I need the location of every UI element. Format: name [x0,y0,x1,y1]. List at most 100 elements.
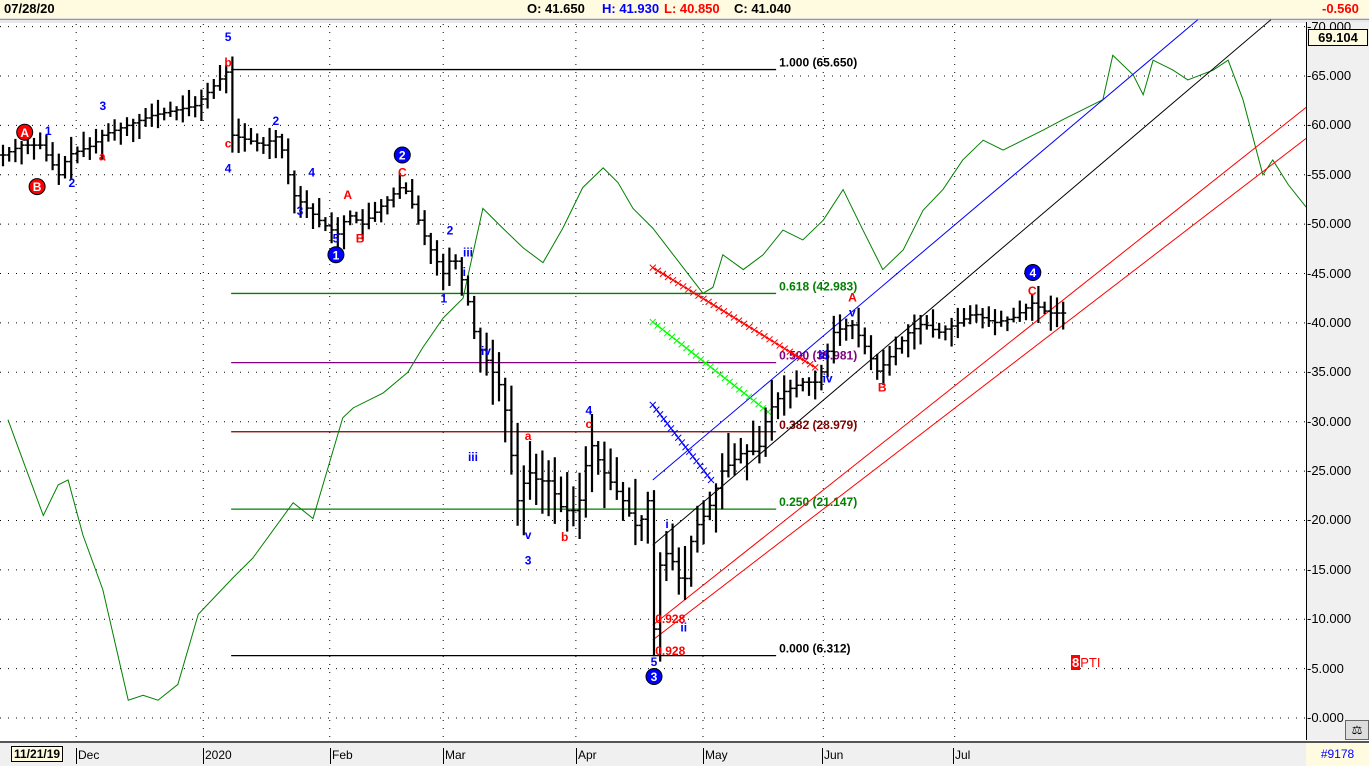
month-label: Jun [822,748,844,764]
wave-label: 1 [333,248,340,262]
wave-label: A [848,291,857,305]
y-tick-label: -35.000 [1307,364,1352,380]
speed-line-marker [707,363,714,371]
change-value: -0.560 [1322,1,1359,16]
speed-line-marker [689,453,697,460]
y-tick-label: -0.000 [1307,710,1344,725]
price-axis[interactable]: -0.000 -5.000 -10.000 -15.000 -20.000 -25.000… [1306,19,1369,740]
speed-line-marker [696,462,704,470]
wave-label: a [525,429,532,443]
speed-line-marker [649,264,657,271]
price-chart[interactable]: 1.000 (65.650)0.618 (42.983)0.500 (35.98… [0,0,1306,740]
speed-line-marker [693,457,700,465]
wave-label: A [343,188,352,202]
wave-label: c [225,137,232,151]
wave-label: 3 [99,99,106,113]
speed-line-marker [750,397,758,404]
speed-line-marker [673,337,681,345]
scale-icon[interactable]: ⚖ [1345,720,1369,740]
y-tick-label: -20.000 [1307,512,1352,528]
channel-line [652,106,1306,626]
y-tick-label: -5.000 [1307,660,1344,676]
record-count: #9178 [1306,743,1369,766]
fib-level-label: 0.618 (42.983) [779,279,857,293]
speed-line-marker [669,276,677,284]
y-tick-label: -30.000 [1307,413,1352,429]
wave-label: i [463,265,466,279]
speed-line-marker [740,389,748,397]
wave-label: 1 [45,124,52,138]
wave-label: 4 [586,403,593,417]
y-tick-label: -50.000 [1307,216,1352,232]
wave-label: 2 [68,176,75,190]
wave-label: 2 [447,224,454,238]
month-label: 2020 [203,748,232,764]
speed-line-marker [668,333,676,341]
speed-line-marker [721,374,729,382]
speed-line-marker [649,318,657,326]
wave-label: 5 [333,231,340,245]
speed-line-marker [715,304,723,312]
wave-label: 4 [225,161,232,175]
fib-level-label: 0.000 (6.312) [779,642,850,656]
speed-line-marker [745,323,753,331]
date-axis[interactable]: 11/21/19 Dec 2020 Feb Mar Apr May Jun Ju… [0,741,1369,766]
y-tick-label: -65.000 [1307,67,1352,83]
pti-number: 8 [1071,655,1081,670]
speed-line-marker [766,335,773,343]
fib-level-label: 1.000 (65.650) [779,56,857,70]
month-label: Mar [443,748,466,764]
speed-line-marker [659,326,666,333]
wave-label: iv [823,372,833,386]
speed-line-marker [731,382,738,389]
speed-line-marker [756,329,763,337]
wave-label: v [849,306,856,320]
speed-line-marker [663,329,671,337]
speed-line-marker [654,322,661,330]
y-tick-label: -10.000 [1307,611,1352,627]
speed-line-marker [683,344,690,352]
wave-label: b [561,530,568,544]
wave-label: 3 [525,553,532,567]
speed-line-marker [705,298,712,306]
month-label: Jul [953,748,971,764]
speed-line-marker [755,400,762,408]
wave-label: iii [463,245,473,259]
speed-line-marker [700,295,707,303]
speed-line-marker [674,279,682,287]
speed-line-marker [735,385,743,393]
speed-line-marker [700,467,708,474]
wave-label: A [20,126,29,140]
wave-label: B [878,381,887,395]
channel-line [652,137,1306,641]
y-tick-label: -45.000 [1307,265,1352,281]
pti-label: 8PTI [1071,655,1100,670]
fib-level-label: 0.250 (21.147) [779,495,857,509]
month-label: May [703,748,728,764]
speed-line-marker [649,401,657,409]
speed-line-marker [656,410,664,418]
pti-name: PTI [1080,655,1101,670]
speed-line-marker [720,307,728,315]
wave-label: 3 [297,204,304,218]
wave-label: 2 [399,149,406,163]
wave-label: B [356,231,365,245]
wave-label: c [586,417,593,431]
speed-line-marker [811,364,819,371]
wave-label: b [224,56,231,70]
speed-line-marker [750,326,758,334]
speed-line-marker [664,273,672,281]
speed-line-marker [692,352,700,359]
y-tick-label: -25.000 [1307,463,1352,479]
speed-line-marker [659,270,667,278]
speed-line-marker [725,311,733,318]
month-label: Apr [576,748,597,764]
last-price-marker: 69.104 [1308,29,1368,46]
speed-line-marker [679,282,687,290]
wave-label: iii [818,348,828,362]
wave-label: C [398,165,407,179]
fib-level-label: 0.382 (28.979) [779,418,857,432]
ratio-label: 0.928 [655,644,685,658]
y-tick-label: -55.000 [1307,166,1352,182]
speed-line-marker [678,341,685,348]
